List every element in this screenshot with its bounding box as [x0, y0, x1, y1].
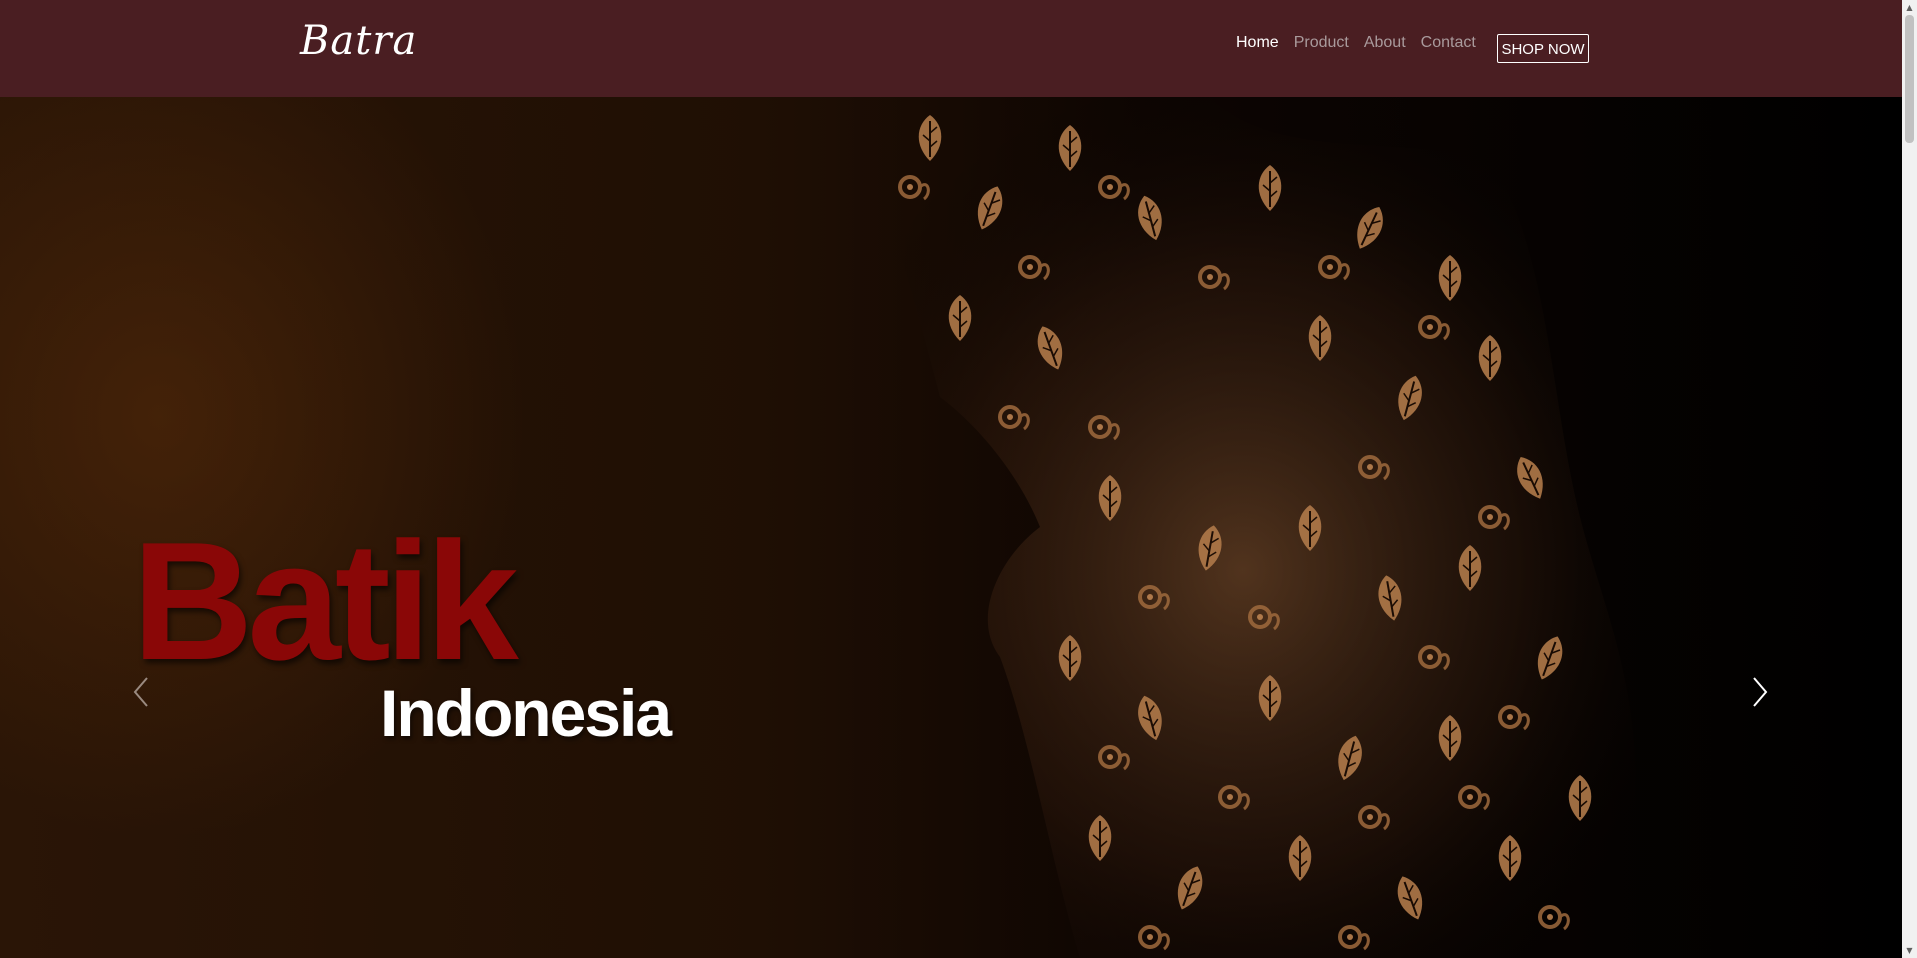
carousel-prev-button[interactable]	[127, 672, 157, 712]
nav-links: Home Product About Contact	[1236, 34, 1491, 52]
hero-title-indonesia: Indonesia	[380, 676, 672, 750]
vertical-scrollbar[interactable]: ▲ ▼	[1902, 0, 1917, 958]
batik-face-pattern-image	[850, 97, 1636, 958]
chevron-right-icon	[1753, 677, 1768, 707]
shop-now-button[interactable]: SHOP NOW	[1497, 34, 1589, 63]
navbar: Batra Home Product About Contact SHOP NO…	[0, 0, 1902, 97]
hero-carousel: Batik Indonesia	[0, 97, 1902, 958]
scrollbar-thumb[interactable]	[1905, 15, 1914, 143]
carousel-next-button[interactable]	[1744, 672, 1774, 712]
scroll-up-arrow-icon[interactable]: ▲	[1902, 0, 1917, 15]
nav-link-product[interactable]: Product	[1294, 34, 1349, 52]
chevron-left-icon	[133, 677, 148, 707]
page: Batra Home Product About Contact SHOP NO…	[0, 0, 1917, 958]
hero-title-batik: Batik	[132, 507, 519, 695]
nav-link-contact[interactable]: Contact	[1421, 34, 1476, 52]
nav-link-about[interactable]: About	[1364, 34, 1406, 52]
brand-logo[interactable]: Batra	[300, 18, 417, 64]
scroll-down-arrow-icon[interactable]: ▼	[1902, 943, 1917, 958]
nav-link-home[interactable]: Home	[1236, 34, 1279, 52]
